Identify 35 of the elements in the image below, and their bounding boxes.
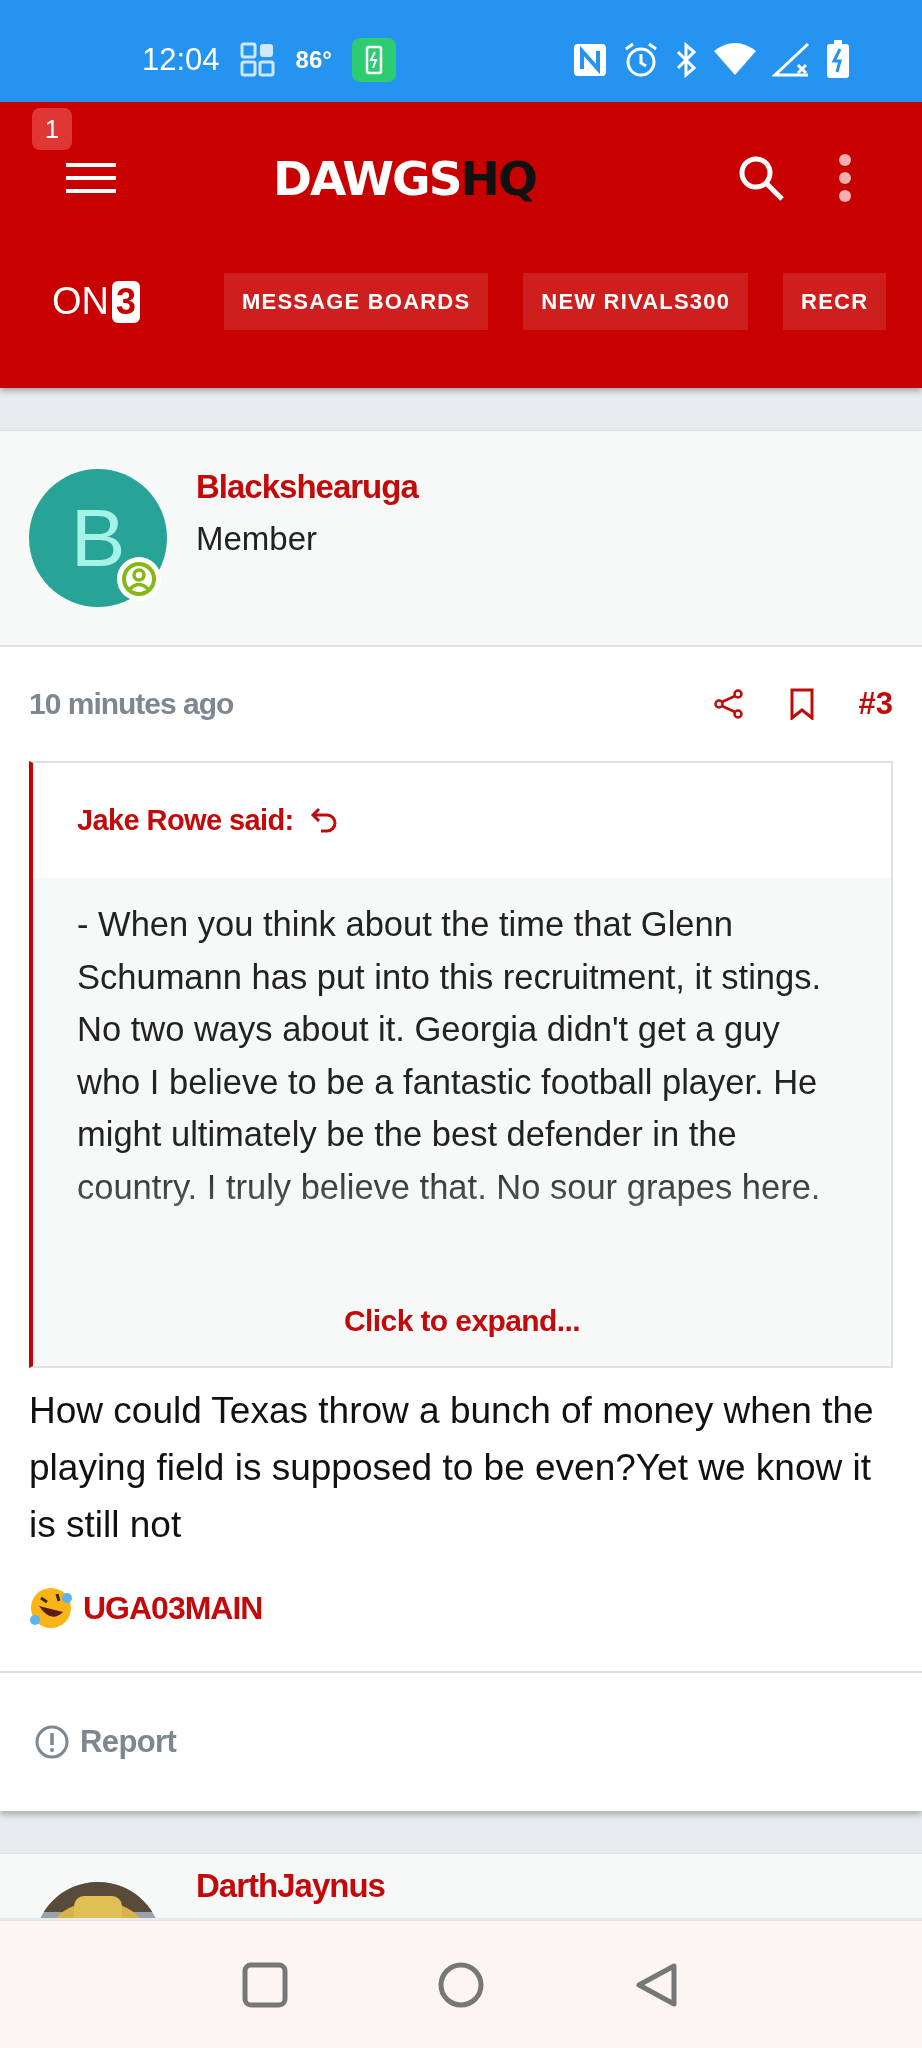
no-signal-icon: [772, 41, 812, 79]
post-time[interactable]: 10 minutes ago: [29, 687, 234, 721]
post-text: How could Texas throw a bunch of money when the playing field is supposed to be even?Yet we know it is still not: [28, 1389, 875, 1547]
nfc-icon: [572, 42, 608, 78]
reply-arrow-icon[interactable]: [309, 805, 338, 836]
bookmark-icon[interactable]: [788, 688, 815, 720]
battery-charging-icon: [826, 40, 850, 80]
share-icon[interactable]: [712, 688, 745, 720]
expand-link[interactable]: Click to expand...: [344, 1304, 580, 1338]
menu-icon[interactable]: [64, 162, 118, 194]
temperature: 86°: [295, 46, 332, 74]
home-circle-icon[interactable]: [438, 1962, 484, 2008]
nav-button[interactable]: RECR: [783, 273, 887, 330]
alert-icon: [34, 1724, 70, 1760]
quote-text: - When you think about the time that Glenn Schumann has put into this recruitment, it stings. No two ways about it. Georgia didn't get a guy who I believe to be a fantastic football player. He might ultimately be the best defender in the country. I truly believe that. No sour grapes here.: [77, 904, 823, 1208]
report-link[interactable]: Report: [34, 1724, 177, 1760]
back-icon[interactable]: [634, 1962, 680, 2008]
bluetooth-icon: [674, 41, 698, 79]
nav-button[interactable]: MESSAGE BOARDS: [224, 273, 489, 330]
user-role: Member: [196, 520, 319, 558]
quote-author[interactable]: Jake Rowe said:: [77, 804, 294, 837]
brand-logo[interactable]: ON 3: [52, 280, 141, 323]
site-logo[interactable]: DAWGSHQ: [273, 150, 536, 206]
widgets-icon: [239, 42, 276, 78]
post-number[interactable]: #3: [858, 686, 893, 722]
square-icon[interactable]: [242, 1962, 288, 2008]
clock-time: 12:04: [142, 42, 220, 78]
username[interactable]: Blackshearuga: [196, 468, 418, 506]
username[interactable]: DarthJaynus: [196, 1868, 385, 1904]
reaction-user[interactable]: UGA03MAIN: [83, 1589, 263, 1627]
more-options-icon[interactable]: [838, 154, 852, 202]
nav-button[interactable]: NEW RIVALS300: [523, 273, 749, 330]
battery-saver-icon: [351, 38, 396, 82]
laughing-emoji-icon: [29, 1586, 73, 1630]
notification-badge: 1: [32, 108, 72, 150]
